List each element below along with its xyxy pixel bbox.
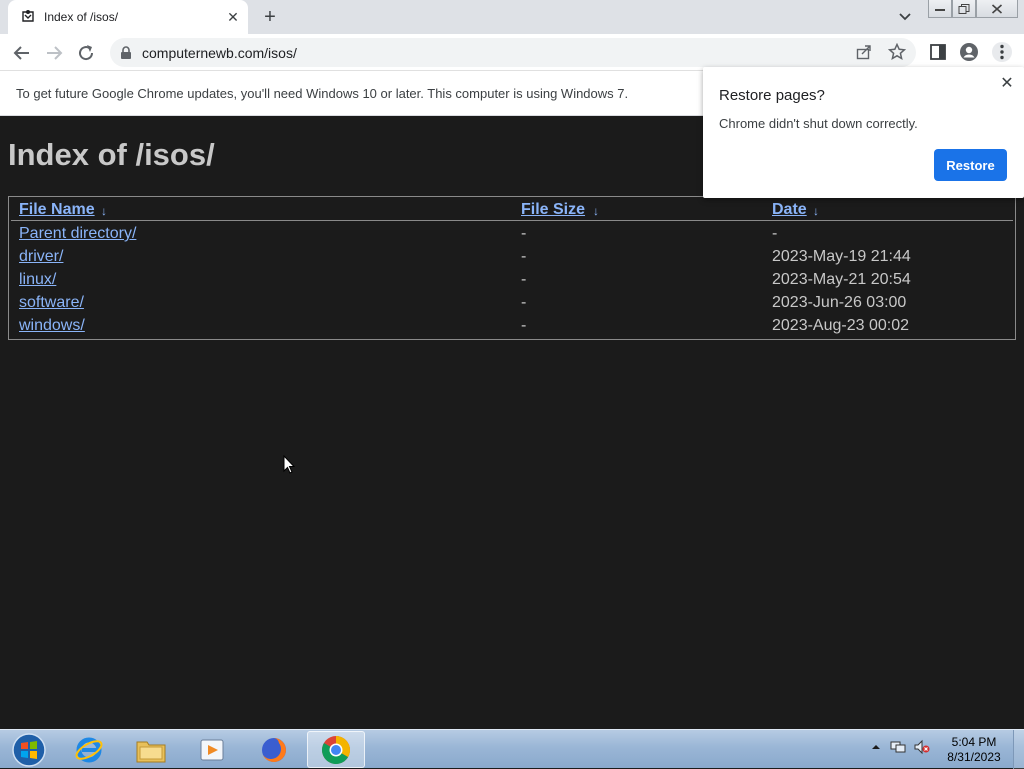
clock-date: 8/31/2023 xyxy=(947,750,1001,764)
file-link[interactable]: software/ xyxy=(19,294,84,312)
file-size-cell: - xyxy=(521,225,527,242)
browser-toolbar: computernewb.com/isos/ xyxy=(0,34,1024,71)
chrome-icon xyxy=(322,735,350,764)
dialog-message: Chrome didn't shut down correctly. xyxy=(719,116,918,131)
sort-arrow-down-icon[interactable]: ↓ xyxy=(593,204,599,218)
column-header-file-name[interactable]: File Name xyxy=(19,201,95,219)
file-size-cell: - xyxy=(521,294,527,311)
sort-arrow-down-icon[interactable]: ↓ xyxy=(101,204,107,218)
browser-tab[interactable]: Index of /isos/ ✕ xyxy=(8,0,248,34)
minimize-button[interactable] xyxy=(928,0,952,18)
close-window-button[interactable] xyxy=(976,0,1018,18)
network-icon[interactable] xyxy=(890,739,906,755)
file-date-cell: - xyxy=(772,225,778,242)
clock-time: 5:04 PM xyxy=(951,735,997,749)
side-panel-icon[interactable] xyxy=(928,42,948,62)
file-size-cell: - xyxy=(521,271,527,288)
url-text[interactable]: computernewb.com/isos/ xyxy=(142,45,297,61)
system-clock[interactable]: 5:04 PM 8/31/2023 xyxy=(940,735,1008,765)
update-info-message: To get future Google Chrome updates, you… xyxy=(16,86,629,101)
folder-icon xyxy=(136,741,166,762)
media-player-icon xyxy=(200,739,224,760)
mouse-cursor-icon xyxy=(283,455,295,474)
file-date-cell: 2023-Aug-23 00:02 xyxy=(772,317,909,334)
restore-window-button[interactable] xyxy=(952,0,976,18)
reload-icon[interactable] xyxy=(75,42,97,64)
taskbar-firefox[interactable] xyxy=(245,731,303,768)
page-content: Index of /isos/ File Name ↓ File Size ↓ … xyxy=(0,116,1024,729)
windows-start-orb-icon xyxy=(12,732,46,767)
column-header-date[interactable]: Date xyxy=(772,201,807,219)
firefox-icon xyxy=(262,737,286,762)
restore-pages-dialog: Restore pages? Chrome didn't shut down c… xyxy=(703,67,1024,198)
forward-arrow-icon[interactable] xyxy=(43,42,65,64)
profile-avatar-icon[interactable] xyxy=(959,42,979,62)
chrome-menu-icon[interactable] xyxy=(992,42,1012,62)
table-row: software/ - 2023-Jun-26 03:00 xyxy=(9,294,1015,317)
directory-listing-table: File Name ↓ File Size ↓ Date ↓ Parent di… xyxy=(8,196,1016,340)
restore-window-icon xyxy=(958,3,970,14)
lock-icon[interactable] xyxy=(120,46,132,59)
new-tab-button[interactable]: + xyxy=(259,6,281,28)
back-arrow-icon[interactable] xyxy=(11,42,33,64)
sort-arrow-down-icon[interactable]: ↓ xyxy=(813,204,819,218)
address-bar[interactable]: computernewb.com/isos/ xyxy=(110,38,916,67)
taskbar-file-explorer[interactable] xyxy=(122,731,180,768)
table-row: Parent directory/ - - xyxy=(9,225,1015,248)
minimize-icon xyxy=(935,8,945,11)
dialog-close-icon[interactable]: ✕ xyxy=(997,74,1017,94)
file-link[interactable]: windows/ xyxy=(19,317,85,335)
file-date-cell: 2023-May-19 21:44 xyxy=(772,248,911,265)
tab-close-icon[interactable]: ✕ xyxy=(225,9,241,25)
header-divider xyxy=(11,220,1013,221)
file-size-cell: - xyxy=(521,317,527,334)
file-link[interactable]: Parent directory/ xyxy=(19,225,136,243)
table-row: linux/ - 2023-May-21 20:54 xyxy=(9,271,1015,294)
windows-taskbar: 5:04 PM 8/31/2023 xyxy=(0,729,1024,769)
column-header-file-size[interactable]: File Size xyxy=(521,201,585,219)
taskbar-chrome[interactable] xyxy=(307,731,365,768)
file-link[interactable]: driver/ xyxy=(19,248,63,266)
file-date-cell: 2023-Jun-26 03:00 xyxy=(772,294,907,311)
show-desktop-button[interactable] xyxy=(1013,730,1024,769)
taskbar-internet-explorer[interactable] xyxy=(60,731,118,768)
dialog-title: Restore pages? xyxy=(719,87,825,104)
start-button[interactable] xyxy=(0,731,58,768)
taskbar-media-player[interactable] xyxy=(183,731,241,768)
show-hidden-icons-icon[interactable] xyxy=(868,739,884,755)
share-icon[interactable] xyxy=(856,44,872,60)
close-window-icon xyxy=(991,3,1003,14)
file-link[interactable]: linux/ xyxy=(19,271,56,289)
table-row: windows/ - 2023-Aug-23 00:02 xyxy=(9,317,1015,340)
internet-explorer-icon xyxy=(75,737,103,762)
page-title: Index of /isos/ xyxy=(8,137,215,172)
volume-muted-icon[interactable] xyxy=(914,739,930,755)
tab-strip: Index of /isos/ ✕ + xyxy=(0,0,1024,34)
site-favicon-icon xyxy=(22,10,34,22)
tab-title: Index of /isos/ xyxy=(44,10,119,24)
bookmark-star-icon[interactable] xyxy=(888,43,906,61)
restore-button[interactable]: Restore xyxy=(934,149,1007,181)
file-size-cell: - xyxy=(521,248,527,265)
tab-search-chevron-icon[interactable] xyxy=(896,9,914,25)
table-row: driver/ - 2023-May-19 21:44 xyxy=(9,248,1015,271)
file-date-cell: 2023-May-21 20:54 xyxy=(772,271,911,288)
